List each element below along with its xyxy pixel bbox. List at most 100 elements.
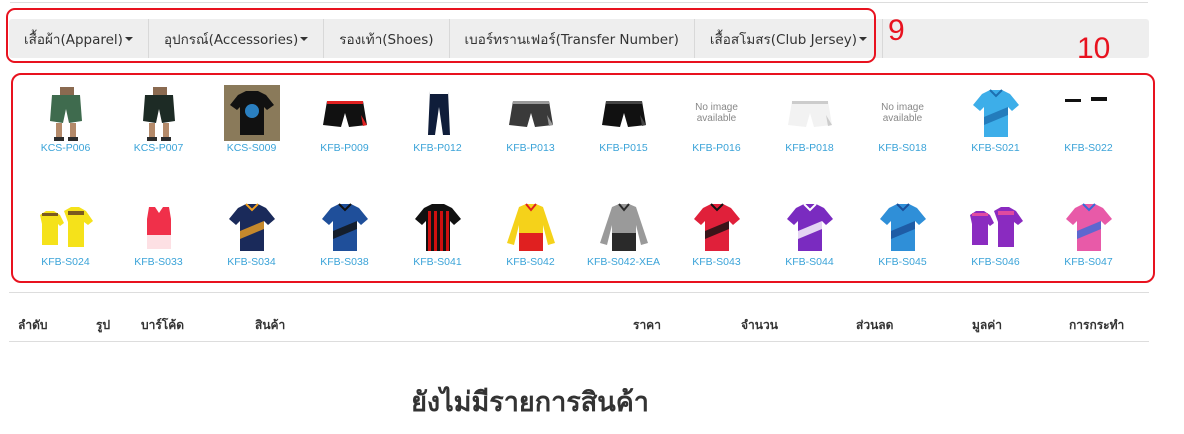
product-code-link[interactable]: KFB-S033 bbox=[134, 256, 182, 268]
product-item[interactable]: KFB-S033 bbox=[112, 199, 205, 313]
product-code-link[interactable]: KFB-P018 bbox=[785, 142, 833, 154]
product-code-link[interactable]: KFB-S018 bbox=[878, 142, 926, 154]
product-code-link[interactable]: KFB-P013 bbox=[506, 142, 554, 154]
category-tab-3[interactable]: เบอร์ทรานเฟอร์(Transfer Number) bbox=[450, 19, 695, 58]
product-code-link[interactable]: KFB-P016 bbox=[692, 142, 740, 154]
product-item[interactable]: KFB-P012 bbox=[391, 85, 484, 199]
product-thumbnail bbox=[968, 85, 1024, 141]
category-tab-1[interactable]: อุปกรณ์(Accessories) bbox=[149, 19, 325, 58]
product-code-link[interactable]: KFB-S045 bbox=[878, 256, 926, 268]
category-tab-4[interactable]: เสื้อสโมสร(Club Jersey) bbox=[695, 19, 884, 58]
product-code-link[interactable]: KFB-S022 bbox=[1064, 142, 1112, 154]
column-header-discount: ส่วนลด bbox=[856, 318, 894, 332]
no-image-text: No image available bbox=[881, 102, 924, 124]
product-item[interactable]: KFB-S043 bbox=[670, 199, 763, 313]
column-header-qty: จำนวน bbox=[741, 318, 778, 332]
empty-cart-message: ยังไม่มีรายการสินค้า bbox=[411, 387, 649, 417]
product-code-link[interactable]: KCS-P006 bbox=[41, 142, 91, 154]
product-thumbnail bbox=[596, 199, 652, 255]
caret-down-icon bbox=[859, 36, 868, 41]
table-top-divider bbox=[9, 292, 1149, 293]
product-code-link[interactable]: KFB-S038 bbox=[320, 256, 368, 268]
product-code-link[interactable]: KFB-S046 bbox=[971, 256, 1019, 268]
product-grid: KCS-P006 KCS-P007 KCS-S009 KFB-P009 KFB-… bbox=[19, 85, 1135, 313]
product-code-link[interactable]: KFB-S047 bbox=[1064, 256, 1112, 268]
product-item[interactable]: KFB-P009 bbox=[298, 85, 391, 199]
product-item[interactable]: KFB-S022 bbox=[1042, 85, 1135, 199]
product-item[interactable]: KFB-S047 bbox=[1042, 199, 1135, 313]
column-header-image: รูป bbox=[96, 318, 111, 332]
product-item[interactable]: KFB-P013 bbox=[484, 85, 577, 199]
product-thumbnail bbox=[317, 85, 373, 141]
column-header-price: ราคา bbox=[633, 318, 661, 332]
product-thumbnail bbox=[503, 85, 559, 141]
product-thumbnail bbox=[1061, 85, 1117, 141]
no-image-placeholder: No image available bbox=[875, 85, 931, 141]
product-thumbnail bbox=[131, 199, 187, 255]
product-code-link[interactable]: KFB-S042-XEA bbox=[587, 256, 660, 268]
caret-down-icon bbox=[300, 36, 309, 41]
product-thumbnail bbox=[1061, 199, 1117, 255]
product-item[interactable]: No image available KFB-S018 bbox=[856, 85, 949, 199]
product-item[interactable]: KFB-S046 bbox=[949, 199, 1042, 313]
product-item[interactable]: KCS-S009 bbox=[205, 85, 298, 199]
category-tab-label: อุปกรณ์(Accessories) bbox=[163, 31, 299, 48]
category-tab-label: เสื้อผ้า(Apparel) bbox=[24, 31, 123, 48]
product-item[interactable]: KFB-S021 bbox=[949, 85, 1042, 199]
category-menu-bar: เสื้อผ้า(Apparel) อุปกรณ์(Accessories) รอง… bbox=[9, 19, 1149, 58]
table-header-divider bbox=[9, 341, 1149, 342]
product-item[interactable]: KCS-P006 bbox=[19, 85, 112, 199]
annotation-number-grid: 10 bbox=[1077, 32, 1111, 65]
product-item[interactable]: KCS-P007 bbox=[112, 85, 205, 199]
product-item[interactable]: KFB-S034 bbox=[205, 199, 298, 313]
column-header-barcode: บาร์โค้ด bbox=[141, 318, 185, 332]
product-item[interactable]: KFB-P018 bbox=[763, 85, 856, 199]
product-item[interactable]: KFB-S042-XEA bbox=[577, 199, 670, 313]
product-item[interactable]: KFB-S044 bbox=[763, 199, 856, 313]
product-thumbnail bbox=[596, 85, 652, 141]
product-item[interactable]: KFB-S045 bbox=[856, 199, 949, 313]
product-thumbnail bbox=[782, 85, 838, 141]
category-tab-0[interactable]: เสื้อผ้า(Apparel) bbox=[9, 19, 149, 58]
product-code-link[interactable]: KFB-S041 bbox=[413, 256, 461, 268]
product-code-link[interactable]: KFB-P015 bbox=[599, 142, 647, 154]
product-thumbnail bbox=[503, 199, 559, 255]
product-code-link[interactable]: KFB-S024 bbox=[41, 256, 89, 268]
category-tab-2[interactable]: รองเท้า(Shoes) bbox=[324, 19, 450, 58]
category-tab-label: รองเท้า(Shoes) bbox=[339, 31, 434, 48]
product-thumbnail bbox=[224, 199, 280, 255]
product-thumbnail bbox=[968, 199, 1024, 255]
top-divider bbox=[10, 2, 1148, 3]
column-header-action: การกระทำ bbox=[1069, 318, 1125, 332]
product-item[interactable]: KFB-S041 bbox=[391, 199, 484, 313]
product-code-link[interactable]: KFB-S043 bbox=[692, 256, 740, 268]
product-thumbnail bbox=[410, 199, 466, 255]
product-item[interactable]: KFB-S024 bbox=[19, 199, 112, 313]
caret-down-icon bbox=[124, 36, 133, 41]
product-thumbnail bbox=[223, 85, 280, 141]
product-thumbnail bbox=[875, 199, 931, 255]
category-tab-label: เบอร์ทรานเฟอร์(Transfer Number) bbox=[464, 31, 679, 48]
product-code-link[interactable]: KFB-P012 bbox=[413, 142, 461, 154]
product-thumbnail bbox=[38, 85, 94, 141]
product-code-link[interactable]: KFB-P009 bbox=[320, 142, 368, 154]
column-header-product: สินค้า bbox=[255, 318, 286, 332]
product-code-link[interactable]: KFB-S042 bbox=[506, 256, 554, 268]
product-item[interactable]: KFB-P015 bbox=[577, 85, 670, 199]
product-thumbnail bbox=[782, 199, 838, 255]
product-code-link[interactable]: KCS-S009 bbox=[227, 142, 277, 154]
product-thumbnail bbox=[410, 85, 466, 141]
product-thumbnail bbox=[131, 85, 187, 141]
product-thumbnail bbox=[38, 199, 94, 255]
product-code-link[interactable]: KFB-S021 bbox=[971, 142, 1019, 154]
product-thumbnail bbox=[317, 199, 373, 255]
product-item[interactable]: KFB-S042 bbox=[484, 199, 577, 313]
annotation-number-tabs: 9 bbox=[888, 14, 905, 47]
product-code-link[interactable]: KCS-P007 bbox=[134, 142, 184, 154]
product-item[interactable]: No image available KFB-P016 bbox=[670, 85, 763, 199]
category-tabs: เสื้อผ้า(Apparel) อุปกรณ์(Accessories) รอง… bbox=[9, 19, 884, 58]
product-item[interactable]: KFB-S038 bbox=[298, 199, 391, 313]
product-code-link[interactable]: KFB-S034 bbox=[227, 256, 275, 268]
product-code-link[interactable]: KFB-S044 bbox=[785, 256, 833, 268]
no-image-placeholder: No image available bbox=[689, 85, 745, 141]
